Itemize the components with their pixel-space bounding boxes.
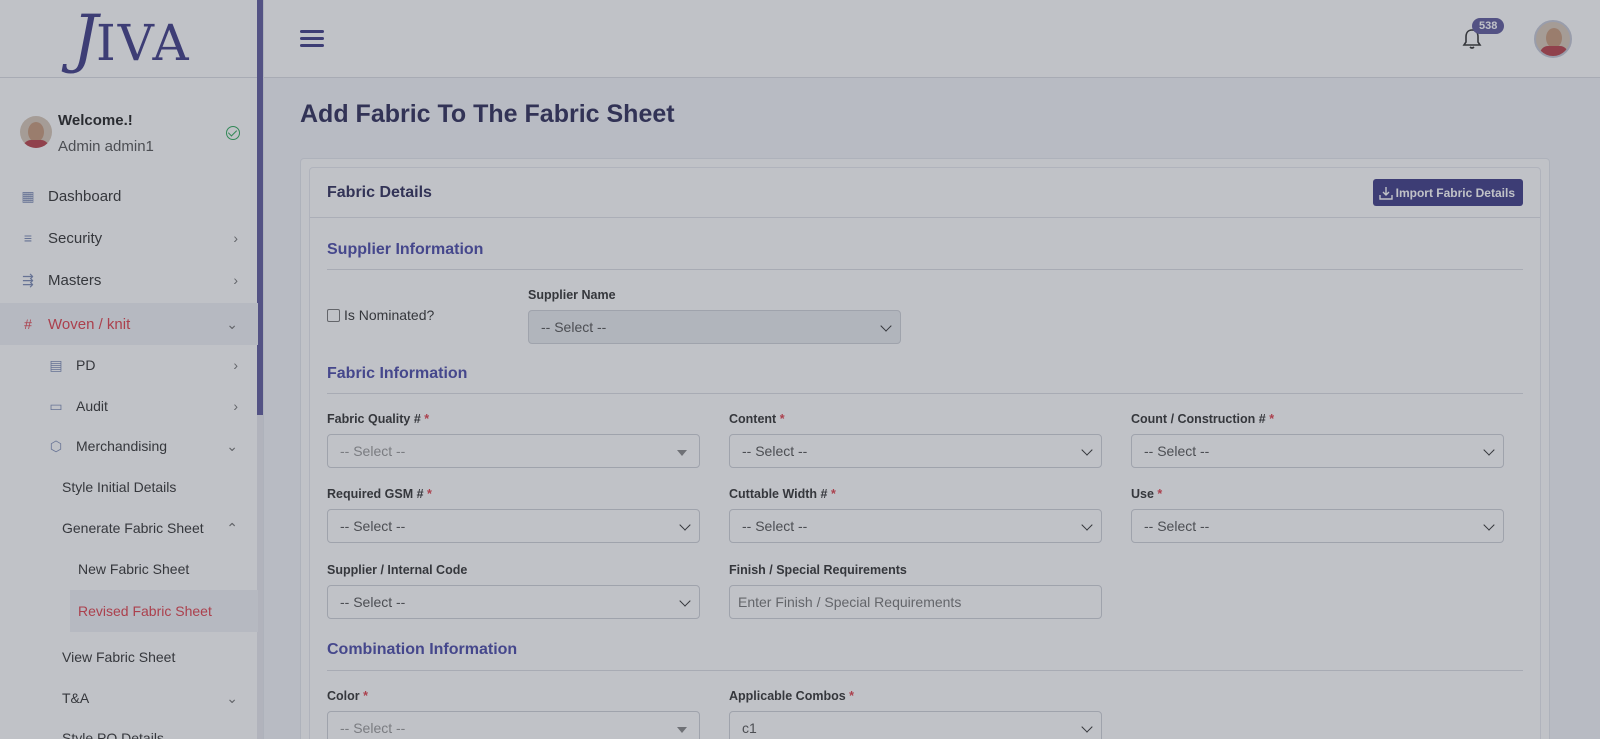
sidebar-item-label: PD	[76, 357, 96, 373]
applicable-combos-label: Applicable Combos *	[729, 689, 855, 703]
content-select[interactable]: -- Select --	[729, 434, 1102, 468]
user-name: Admin admin1	[58, 138, 154, 155]
sidebar-item-dashboard[interactable]: ▦ Dashboard	[0, 176, 258, 216]
card-title: Fabric Details	[327, 184, 432, 201]
online-check-icon	[226, 126, 240, 140]
nominated-label: Is Nominated?	[344, 307, 435, 323]
page-title: Add Fabric To The Fabric Sheet	[300, 100, 675, 128]
section-divider	[327, 269, 1523, 270]
chevron-down-icon: ⌄	[226, 689, 238, 706]
logo[interactable]: JIVA	[0, 0, 263, 78]
supplier-internal-code-select[interactable]: -- Select --	[327, 585, 700, 619]
content-label: Content *	[729, 412, 785, 426]
section-supplier-title: Supplier Information	[327, 241, 484, 258]
sidebar-item-woven-knit[interactable]: # Woven / knit ⌄	[0, 303, 258, 345]
required-gsm-select[interactable]: -- Select --	[327, 509, 700, 543]
sidebar-item-audit[interactable]: ▭ Audit ›	[0, 386, 258, 426]
notification-badge: 538	[1472, 18, 1505, 34]
chevron-right-icon: ›	[233, 272, 238, 288]
sidebar-item-pd[interactable]: ▤ PD ›	[0, 345, 258, 385]
download-icon	[1378, 186, 1393, 200]
cube-icon: ⬡	[49, 438, 63, 454]
fabric-details-card: Fabric Details Import Fabric Details Sup…	[300, 158, 1550, 739]
chevron-right-icon: ›	[233, 357, 238, 373]
sidebar-item-generate-fabric-sheet[interactable]: Generate Fabric Sheet ⌃	[0, 508, 258, 548]
applicable-combos-select[interactable]: c1	[729, 711, 1102, 739]
grid-icon: ▦	[21, 188, 35, 204]
sidebar-item-label: Security	[48, 229, 103, 247]
sidebar-item-merchandising[interactable]: ⬡ Merchandising ⌄	[0, 426, 258, 466]
sidebar-item-label: View Fabric Sheet	[62, 649, 176, 665]
sidebar-item-label: Masters	[48, 271, 102, 289]
profile-avatar[interactable]	[1534, 20, 1572, 58]
section-fabric-title: Fabric Information	[327, 365, 468, 382]
card-header: Fabric Details Import Fabric Details	[310, 168, 1540, 218]
sidebar: JIVA Welcome.! Admin admin1 ▦ Dashboard …	[0, 0, 264, 739]
section-divider	[327, 670, 1523, 671]
fabric-quality-label: Fabric Quality # *	[327, 412, 430, 426]
supplier-name-label: Supplier Name	[528, 288, 616, 302]
sidebar-item-label: Dashboard	[48, 187, 122, 205]
sidebar-item-label: Woven / knit	[48, 315, 131, 333]
finish-special-input[interactable]	[729, 585, 1102, 619]
import-fabric-details-button[interactable]: Import Fabric Details	[1372, 179, 1523, 206]
sidebar-item-label: T&A	[62, 690, 90, 706]
section-combination-title: Combination Information	[327, 641, 518, 658]
chevron-up-icon: ⌃	[226, 519, 238, 536]
avatar	[20, 116, 52, 148]
finish-special-label: Finish / Special Requirements	[729, 563, 907, 577]
user-block: Welcome.! Admin admin1	[20, 112, 250, 160]
nominated-checkbox-row[interactable]: Is Nominated?	[327, 307, 434, 323]
required-gsm-label: Required GSM # *	[327, 487, 432, 501]
use-select[interactable]: -- Select --	[1131, 509, 1504, 543]
nominated-checkbox[interactable]	[327, 308, 340, 322]
sidebar-item-security[interactable]: ≡ Security ›	[0, 218, 258, 258]
fabric-quality-select[interactable]: -- Select --	[327, 434, 700, 468]
chevron-down-icon: ⌄	[226, 315, 238, 332]
count-construction-select[interactable]: -- Select --	[1131, 434, 1504, 468]
sidebar-item-label: Merchandising	[76, 438, 168, 454]
logo-rest: IVA	[96, 13, 191, 72]
cuttable-width-select[interactable]: -- Select --	[729, 509, 1102, 543]
sidebar-item-revised-fabric-sheet[interactable]: Revised Fabric Sheet	[70, 590, 258, 632]
sidebar-item-new-fabric-sheet[interactable]: New Fabric Sheet	[0, 549, 258, 589]
sidebar-item-view-fabric-sheet[interactable]: View Fabric Sheet	[0, 637, 258, 677]
card-icon: ▭	[49, 398, 63, 414]
supplier-name-select[interactable]: -- Select --	[528, 310, 901, 344]
sidebar-item-style-po-details[interactable]: Style PO Details	[0, 718, 258, 739]
hash-icon: #	[24, 316, 32, 332]
section-divider	[327, 393, 1523, 394]
sidebar-item-label: Style PO Details	[62, 730, 164, 739]
count-construction-label: Count / Construction # *	[1131, 412, 1275, 426]
speed-icon: ⇶	[22, 272, 34, 288]
sidebar-item-ta[interactable]: T&A ⌄	[0, 678, 258, 718]
color-label: Color *	[327, 689, 368, 703]
menu-toggle-icon[interactable]	[300, 30, 324, 48]
chevron-right-icon: ›	[233, 398, 238, 414]
user-welcome: Welcome.!	[58, 112, 133, 129]
sidebar-item-label: Audit	[76, 398, 108, 414]
sidebar-item-label: Revised Fabric Sheet	[78, 603, 212, 619]
topbar: 538	[264, 0, 1600, 78]
color-select[interactable]: -- Select --	[327, 711, 700, 739]
chevron-right-icon: ›	[233, 230, 238, 246]
cuttable-width-label: Cuttable Width # *	[729, 487, 836, 501]
sidebar-item-label: New Fabric Sheet	[78, 561, 190, 577]
sidebar-item-label: Generate Fabric Sheet	[62, 520, 204, 536]
import-button-label: Import Fabric Details	[1395, 185, 1515, 200]
sidebar-item-style-initial-details[interactable]: Style Initial Details	[0, 467, 258, 507]
table-icon: ▤	[49, 357, 63, 373]
sidebar-item-masters[interactable]: ⇶ Masters ›	[0, 260, 258, 300]
chevron-down-icon: ⌄	[226, 437, 238, 454]
sidebar-item-label: Style Initial Details	[62, 479, 177, 495]
supplier-internal-code-label: Supplier / Internal Code	[327, 563, 468, 577]
use-label: Use *	[1131, 487, 1163, 501]
sliders-icon: ≡	[23, 230, 33, 246]
